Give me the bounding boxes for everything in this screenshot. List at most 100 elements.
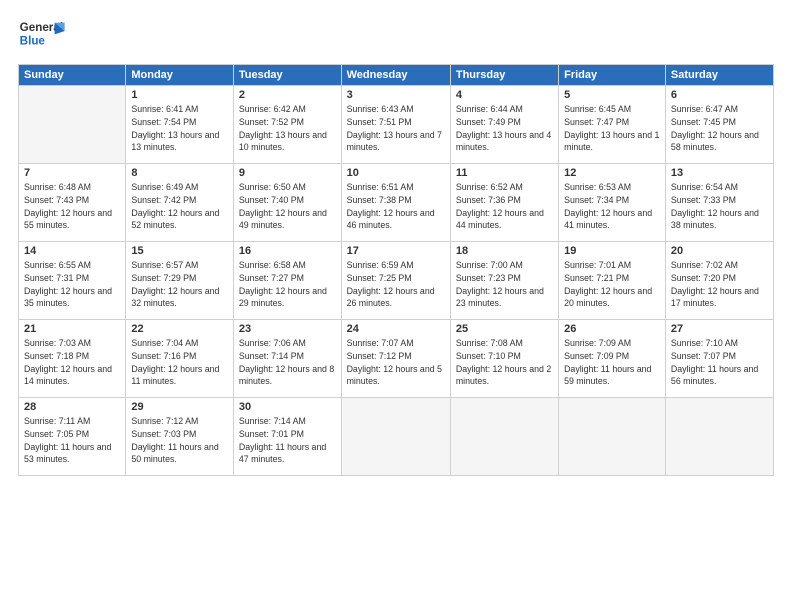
- weekday-header-monday: Monday: [126, 65, 234, 86]
- day-number: 12: [564, 167, 660, 179]
- day-number: 3: [347, 89, 445, 101]
- day-number: 18: [456, 245, 553, 257]
- day-info: Sunrise: 6:52 AMSunset: 7:36 PMDaylight:…: [456, 181, 553, 232]
- day-info: Sunrise: 7:10 AMSunset: 7:07 PMDaylight:…: [671, 337, 768, 388]
- calendar-table: SundayMondayTuesdayWednesdayThursdayFrid…: [18, 64, 774, 476]
- day-cell: 4 Sunrise: 6:44 AMSunset: 7:49 PMDaylight…: [450, 86, 558, 164]
- weekday-header-thursday: Thursday: [450, 65, 558, 86]
- page: General Blue SundayMondayTuesdayWednesda…: [0, 0, 792, 612]
- day-number: 9: [239, 167, 336, 179]
- day-cell: 21 Sunrise: 7:03 AMSunset: 7:18 PMDayligh…: [19, 320, 126, 398]
- day-info: Sunrise: 7:08 AMSunset: 7:10 PMDaylight:…: [456, 337, 553, 388]
- day-number: 7: [24, 167, 120, 179]
- day-info: Sunrise: 6:59 AMSunset: 7:25 PMDaylight:…: [347, 259, 445, 310]
- day-number: 2: [239, 89, 336, 101]
- day-info: Sunrise: 6:41 AMSunset: 7:54 PMDaylight:…: [131, 103, 228, 154]
- day-number: 4: [456, 89, 553, 101]
- week-row-2: 7Sunrise: 6:48 AMSunset: 7:43 PMDaylight…: [19, 164, 774, 242]
- day-cell: 13Sunrise: 6:54 AMSunset: 7:33 PMDayligh…: [665, 164, 773, 242]
- day-info: Sunrise: 6:58 AMSunset: 7:27 PMDaylight:…: [239, 259, 336, 310]
- day-number: 1: [131, 89, 228, 101]
- day-cell: [665, 398, 773, 476]
- day-cell: 25Sunrise: 7:08 AMSunset: 7:10 PMDayligh…: [450, 320, 558, 398]
- day-cell: 16 Sunrise: 6:58 AMSunset: 7:27 PMDayligh…: [233, 242, 341, 320]
- day-number: 30: [239, 401, 336, 413]
- week-row-5: 28 Sunrise: 7:11 AMSunset: 7:05 PMDayligh…: [19, 398, 774, 476]
- day-cell: 1 Sunrise: 6:41 AMSunset: 7:54 PMDaylight…: [126, 86, 234, 164]
- day-cell: 12 Sunrise: 6:53 AMSunset: 7:34 PMDayligh…: [559, 164, 666, 242]
- day-info: Sunrise: 6:44 AMSunset: 7:49 PMDaylight:…: [456, 103, 553, 154]
- day-cell: 20Sunrise: 7:02 AMSunset: 7:20 PMDayligh…: [665, 242, 773, 320]
- day-cell: 6Sunrise: 6:47 AMSunset: 7:45 PMDaylight…: [665, 86, 773, 164]
- day-number: 19: [564, 245, 660, 257]
- weekday-header-row: SundayMondayTuesdayWednesdayThursdayFrid…: [19, 65, 774, 86]
- day-number: 26: [564, 323, 660, 335]
- day-cell: 15 Sunrise: 6:57 AMSunset: 7:29 PMDayligh…: [126, 242, 234, 320]
- day-number: 15: [131, 245, 228, 257]
- day-info: Sunrise: 7:06 AMSunset: 7:14 PMDaylight:…: [239, 337, 336, 388]
- day-cell: 29Sunrise: 7:12 AMSunset: 7:03 PMDayligh…: [126, 398, 234, 476]
- day-number: 11: [456, 167, 553, 179]
- day-number: 22: [131, 323, 228, 335]
- day-cell: 3 Sunrise: 6:43 AMSunset: 7:51 PMDaylight…: [341, 86, 450, 164]
- weekday-header-saturday: Saturday: [665, 65, 773, 86]
- day-number: 21: [24, 323, 120, 335]
- day-cell: [19, 86, 126, 164]
- day-info: Sunrise: 6:57 AMSunset: 7:29 PMDaylight:…: [131, 259, 228, 310]
- weekday-header-tuesday: Tuesday: [233, 65, 341, 86]
- day-cell: 24 Sunrise: 7:07 AMSunset: 7:12 PMDayligh…: [341, 320, 450, 398]
- day-info: Sunrise: 7:00 AMSunset: 7:23 PMDaylight:…: [456, 259, 553, 310]
- day-number: 23: [239, 323, 336, 335]
- day-number: 28: [24, 401, 120, 413]
- day-cell: 7Sunrise: 6:48 AMSunset: 7:43 PMDaylight…: [19, 164, 126, 242]
- day-number: 27: [671, 323, 768, 335]
- day-info: Sunrise: 7:03 AMSunset: 7:18 PMDaylight:…: [24, 337, 120, 388]
- day-cell: [559, 398, 666, 476]
- day-number: 14: [24, 245, 120, 257]
- week-row-4: 21 Sunrise: 7:03 AMSunset: 7:18 PMDayligh…: [19, 320, 774, 398]
- day-info: Sunrise: 7:11 AMSunset: 7:05 PMDaylight:…: [24, 415, 120, 466]
- weekday-header-wednesday: Wednesday: [341, 65, 450, 86]
- day-cell: 17 Sunrise: 6:59 AMSunset: 7:25 PMDayligh…: [341, 242, 450, 320]
- day-cell: 5 Sunrise: 6:45 AMSunset: 7:47 PMDaylight…: [559, 86, 666, 164]
- day-info: Sunrise: 6:43 AMSunset: 7:51 PMDaylight:…: [347, 103, 445, 154]
- header: General Blue: [18, 16, 774, 56]
- day-cell: 2Sunrise: 6:42 AMSunset: 7:52 PMDaylight…: [233, 86, 341, 164]
- day-number: 17: [347, 245, 445, 257]
- svg-text:Blue: Blue: [20, 34, 46, 47]
- day-info: Sunrise: 7:07 AMSunset: 7:12 PMDaylight:…: [347, 337, 445, 388]
- day-info: Sunrise: 7:04 AMSunset: 7:16 PMDaylight:…: [131, 337, 228, 388]
- day-info: Sunrise: 6:55 AMSunset: 7:31 PMDaylight:…: [24, 259, 120, 310]
- day-cell: 22 Sunrise: 7:04 AMSunset: 7:16 PMDayligh…: [126, 320, 234, 398]
- day-cell: 10 Sunrise: 6:51 AMSunset: 7:38 PMDayligh…: [341, 164, 450, 242]
- day-cell: [450, 398, 558, 476]
- day-cell: 14 Sunrise: 6:55 AMSunset: 7:31 PMDayligh…: [19, 242, 126, 320]
- day-cell: 19 Sunrise: 7:01 AMSunset: 7:21 PMDayligh…: [559, 242, 666, 320]
- day-info: Sunrise: 7:14 AMSunset: 7:01 PMDaylight:…: [239, 415, 336, 466]
- day-cell: 18 Sunrise: 7:00 AMSunset: 7:23 PMDayligh…: [450, 242, 558, 320]
- day-info: Sunrise: 7:09 AMSunset: 7:09 PMDaylight:…: [564, 337, 660, 388]
- logo: General Blue: [18, 16, 68, 56]
- day-info: Sunrise: 6:53 AMSunset: 7:34 PMDaylight:…: [564, 181, 660, 232]
- day-info: Sunrise: 6:49 AMSunset: 7:42 PMDaylight:…: [131, 181, 228, 232]
- day-info: Sunrise: 6:47 AMSunset: 7:45 PMDaylight:…: [671, 103, 768, 154]
- day-info: Sunrise: 7:01 AMSunset: 7:21 PMDaylight:…: [564, 259, 660, 310]
- weekday-header-friday: Friday: [559, 65, 666, 86]
- day-cell: 9 Sunrise: 6:50 AMSunset: 7:40 PMDaylight…: [233, 164, 341, 242]
- day-cell: 28 Sunrise: 7:11 AMSunset: 7:05 PMDayligh…: [19, 398, 126, 476]
- day-number: 5: [564, 89, 660, 101]
- day-cell: 27 Sunrise: 7:10 AMSunset: 7:07 PMDayligh…: [665, 320, 773, 398]
- day-info: Sunrise: 7:12 AMSunset: 7:03 PMDaylight:…: [131, 415, 228, 466]
- day-number: 8: [131, 167, 228, 179]
- day-info: Sunrise: 7:02 AMSunset: 7:20 PMDaylight:…: [671, 259, 768, 310]
- day-number: 24: [347, 323, 445, 335]
- day-info: Sunrise: 6:50 AMSunset: 7:40 PMDaylight:…: [239, 181, 336, 232]
- day-cell: 30 Sunrise: 7:14 AMSunset: 7:01 PMDayligh…: [233, 398, 341, 476]
- day-number: 10: [347, 167, 445, 179]
- day-number: 16: [239, 245, 336, 257]
- logo-icon: General Blue: [18, 16, 68, 56]
- day-info: Sunrise: 6:45 AMSunset: 7:47 PMDaylight:…: [564, 103, 660, 154]
- day-number: 13: [671, 167, 768, 179]
- day-info: Sunrise: 6:51 AMSunset: 7:38 PMDaylight:…: [347, 181, 445, 232]
- weekday-header-sunday: Sunday: [19, 65, 126, 86]
